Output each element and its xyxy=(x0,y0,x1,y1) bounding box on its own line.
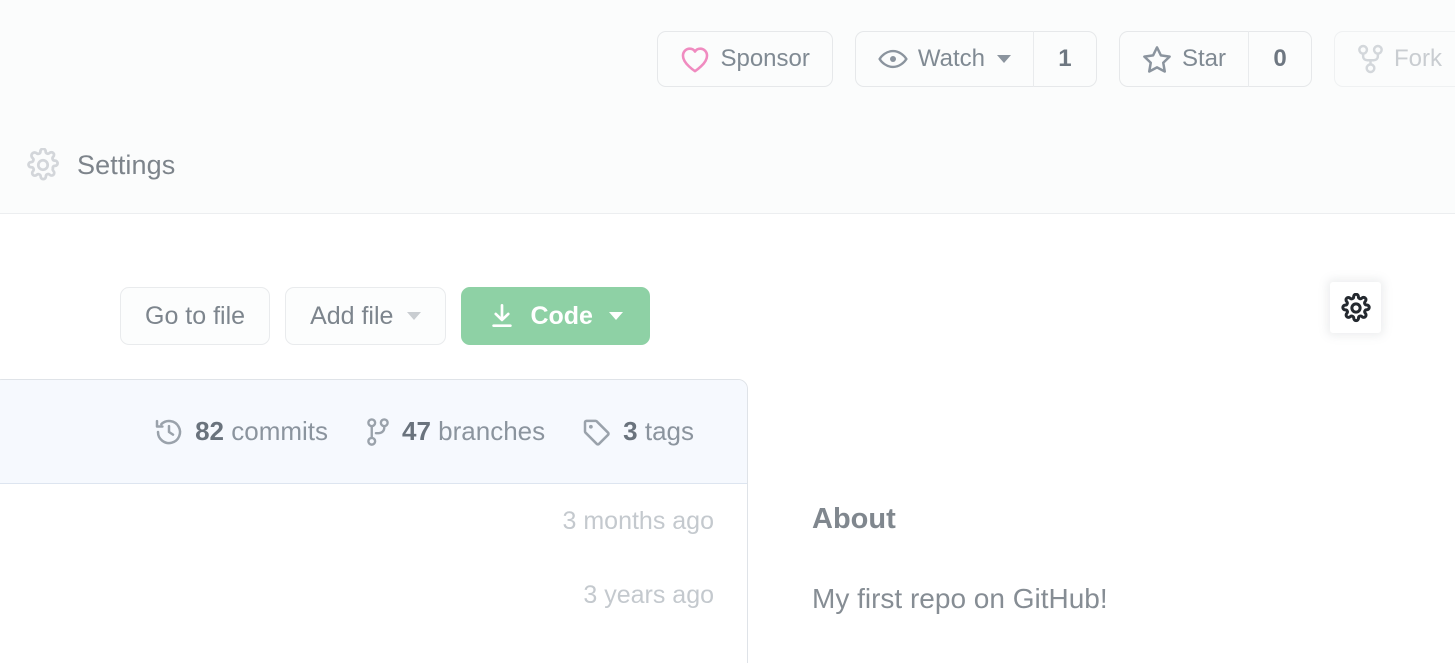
add-file-button[interactable]: Add file xyxy=(285,287,446,345)
code-label: Code xyxy=(530,302,593,331)
go-to-file-label: Go to file xyxy=(145,302,245,331)
go-to-file-button[interactable]: Go to file xyxy=(120,287,270,345)
gear-icon xyxy=(26,148,60,182)
watch-count[interactable]: 1 xyxy=(1033,31,1097,87)
nav-item-settings-label: Settings xyxy=(77,150,175,181)
eye-icon xyxy=(878,48,908,70)
table-row[interactable]: 3 years ago xyxy=(0,558,747,632)
fork-icon xyxy=(1357,44,1384,74)
star-button[interactable]: Star xyxy=(1119,31,1248,87)
download-icon xyxy=(488,302,516,330)
about-description: My first repo on GitHub! xyxy=(812,583,1108,615)
file-actions-toolbar: Go to file Add file Code xyxy=(120,287,650,345)
gear-icon xyxy=(1341,293,1371,323)
commits-count: 82 xyxy=(195,416,224,446)
nav-item-settings[interactable]: Settings xyxy=(26,148,175,182)
chevron-down-icon xyxy=(997,55,1011,63)
sponsor-button[interactable]: Sponsor xyxy=(657,31,832,87)
file-row-time: 3 months ago xyxy=(563,507,715,536)
heart-icon xyxy=(680,46,710,73)
fork-label: Fork xyxy=(1394,45,1442,73)
chevron-down-icon xyxy=(609,312,623,320)
table-row[interactable]: 3 months ago xyxy=(0,484,747,558)
tag-icon xyxy=(582,418,612,446)
repository-body: Go to file Add file Code xyxy=(0,214,1455,663)
watch-button-group: Watch 1 xyxy=(855,31,1097,87)
fork-button[interactable]: Fork xyxy=(1334,31,1455,87)
code-button[interactable]: Code xyxy=(461,287,650,345)
commits-stat[interactable]: 82 commits xyxy=(154,416,328,447)
commits-label: commits xyxy=(231,416,328,446)
file-row-time: 3 years ago xyxy=(583,581,714,610)
repository-header: Sponsor Watch 1 xyxy=(0,0,1455,214)
about-heading: About xyxy=(812,503,896,536)
tags-label: tags xyxy=(645,416,694,446)
tags-count: 3 xyxy=(623,416,637,446)
repository-page: Sponsor Watch 1 xyxy=(0,0,1455,663)
history-icon xyxy=(154,417,184,447)
watch-label: Watch xyxy=(918,45,985,73)
chevron-down-icon xyxy=(407,312,421,320)
star-label: Star xyxy=(1182,45,1226,73)
watch-button[interactable]: Watch xyxy=(855,31,1033,87)
branches-stat[interactable]: 47 branches xyxy=(365,416,545,447)
sponsor-label: Sponsor xyxy=(720,45,809,73)
repository-actions: Sponsor Watch 1 xyxy=(657,31,1455,87)
branch-icon xyxy=(365,417,391,447)
repository-stats-bar: 82 commits 47 branches xyxy=(0,380,747,484)
star-button-group: Star 0 xyxy=(1119,31,1312,87)
star-count[interactable]: 0 xyxy=(1248,31,1312,87)
file-list-panel: 82 commits 47 branches xyxy=(0,379,748,663)
star-icon xyxy=(1142,45,1172,74)
branches-count: 47 xyxy=(402,416,431,446)
edit-about-button[interactable] xyxy=(1330,282,1381,333)
branches-label: branches xyxy=(438,416,545,446)
add-file-label: Add file xyxy=(310,302,393,331)
tags-stat[interactable]: 3 tags xyxy=(582,416,694,447)
